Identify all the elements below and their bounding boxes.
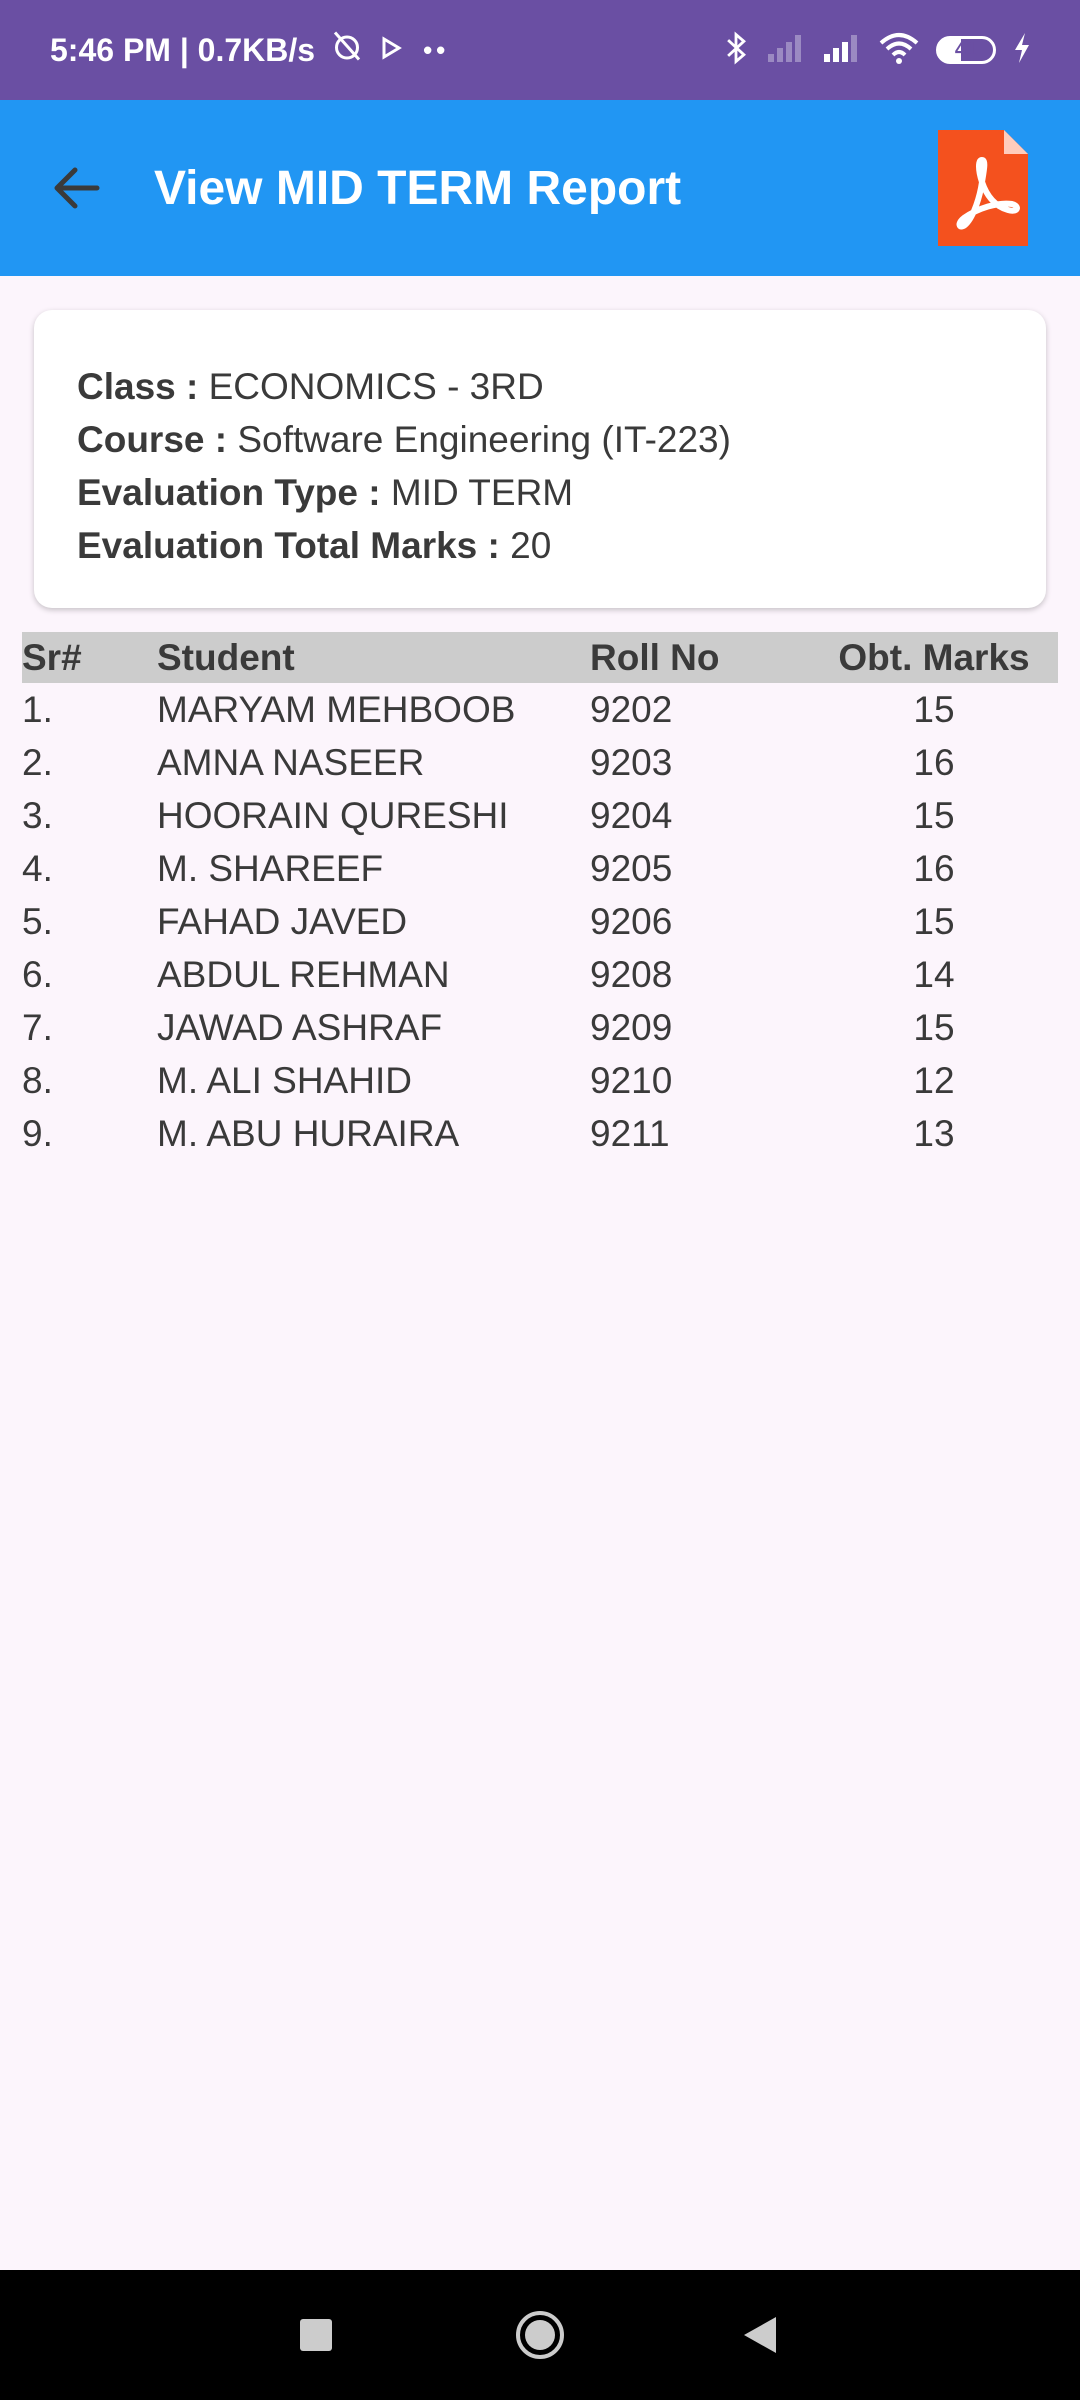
back-button[interactable] xyxy=(28,140,124,236)
cell-student: JAWAD ASHRAF xyxy=(157,1006,443,1048)
cell-sr: 7. xyxy=(22,1006,53,1048)
cell-roll-no: 9202 xyxy=(590,688,673,730)
cell-roll-no: 9206 xyxy=(590,900,673,942)
cell-roll-no: 9204 xyxy=(590,794,673,836)
pdf-icon xyxy=(938,130,1028,246)
table-row: 8. M. ALI SHAHID 9210 12 xyxy=(22,1054,1058,1107)
course-label: Course : xyxy=(77,419,228,460)
app-bar: View MID TERM Report xyxy=(0,100,1080,276)
cell-obt-marks: 12 xyxy=(913,1059,955,1101)
cell-sr: 8. xyxy=(22,1059,53,1101)
nav-back-icon xyxy=(744,2317,776,2353)
play-icon xyxy=(379,32,403,69)
evaluation-type-label: Evaluation Type : xyxy=(77,472,381,513)
system-nav-bar xyxy=(0,2270,1080,2400)
cell-obt-marks: 15 xyxy=(913,900,955,942)
table-header: Sr# Student Roll No Obt. Marks xyxy=(22,632,1058,683)
bluetooth-icon xyxy=(722,30,750,71)
alarm-off-icon xyxy=(329,28,365,72)
cell-sr: 5. xyxy=(22,900,53,942)
total-marks-value: 20 xyxy=(510,525,552,566)
cell-roll-no: 9211 xyxy=(590,1112,670,1154)
report-table: Sr# Student Roll No Obt. Marks 1. MARYAM… xyxy=(22,632,1058,1160)
cell-sr: 4. xyxy=(22,847,53,889)
status-right: 41 xyxy=(722,30,1032,71)
total-marks-label: Evaluation Total Marks : xyxy=(77,525,500,566)
battery-level: 41 xyxy=(954,38,978,61)
table-row: 3. HOORAIN QURESHI 9204 15 xyxy=(22,789,1058,842)
class-value: ECONOMICS - 3RD xyxy=(208,366,544,407)
table-row: 9. M. ABU HURAIRA 9211 13 xyxy=(22,1107,1058,1160)
cell-sr: 1. xyxy=(22,688,53,730)
cell-obt-marks: 16 xyxy=(913,847,955,889)
cell-student: FAHAD JAVED xyxy=(157,900,408,942)
status-left: 5:46 PM | 0.7KB/s •• xyxy=(50,28,449,72)
cell-obt-marks: 13 xyxy=(913,1112,955,1154)
course-value: Software Engineering (IT-223) xyxy=(237,419,731,460)
charging-icon xyxy=(1012,32,1032,69)
nav-recents-icon xyxy=(300,2319,332,2351)
cell-obt-marks: 15 xyxy=(913,1006,955,1048)
evaluation-info-card: Class : ECONOMICS - 3RD Course : Softwar… xyxy=(34,310,1046,608)
cell-obt-marks: 16 xyxy=(913,741,955,783)
cell-student: AMNA NASEER xyxy=(157,741,425,783)
header-obt-marks: Obt. Marks xyxy=(838,636,1030,678)
evaluation-type-value: MID TERM xyxy=(390,472,574,513)
cell-obt-marks: 15 xyxy=(913,794,955,836)
cell-roll-no: 9205 xyxy=(590,847,673,889)
cell-obt-marks: 15 xyxy=(913,688,955,730)
table-row: 7. JAWAD ASHRAF 9209 15 xyxy=(22,1001,1058,1054)
battery-icon: 41 xyxy=(936,36,996,64)
status-time-speed: 5:46 PM | 0.7KB/s xyxy=(50,31,316,68)
header-sr: Sr# xyxy=(22,636,82,678)
cell-student: MARYAM MEHBOOB xyxy=(157,688,516,730)
page-title: View MID TERM Report xyxy=(154,161,682,215)
cell-sr: 2. xyxy=(22,741,53,783)
table-row: 5. FAHAD JAVED 9206 15 xyxy=(22,895,1058,948)
back-arrow-icon xyxy=(54,167,100,209)
total-marks-row: Evaluation Total Marks : 20 xyxy=(77,519,1046,572)
nav-back-button[interactable] xyxy=(730,2300,790,2370)
cell-student: M. SHAREEF xyxy=(157,847,384,889)
cell-roll-no: 9208 xyxy=(590,953,673,995)
cell-student: HOORAIN QURESHI xyxy=(157,794,509,836)
header-roll-no: Roll No xyxy=(590,636,720,678)
status-bar: 5:46 PM | 0.7KB/s •• 41 xyxy=(0,0,1080,100)
cell-obt-marks: 14 xyxy=(913,953,955,995)
table-row: 6. ABDUL REHMAN 9208 14 xyxy=(22,948,1058,1001)
cell-student: ABDUL REHMAN xyxy=(157,953,450,995)
course-row: Course : Software Engineering (IT-223) xyxy=(77,413,1046,466)
cell-sr: 9. xyxy=(22,1112,53,1154)
table-row: 4. M. SHAREEF 9205 16 xyxy=(22,842,1058,895)
signal-icon xyxy=(822,32,862,69)
header-student: Student xyxy=(157,636,295,678)
nav-recents-button[interactable] xyxy=(286,2300,346,2370)
cell-student: M. ALI SHAHID xyxy=(157,1059,412,1101)
export-pdf-button[interactable] xyxy=(938,130,1028,246)
cell-roll-no: 9210 xyxy=(590,1059,673,1101)
cell-roll-no: 9209 xyxy=(590,1006,673,1048)
nav-home-button[interactable] xyxy=(510,2295,570,2375)
cell-roll-no: 9203 xyxy=(590,741,673,783)
table-row: 1. MARYAM MEHBOOB 9202 15 xyxy=(22,683,1058,736)
cell-sr: 6. xyxy=(22,953,53,995)
signal-icon xyxy=(766,32,806,69)
evaluation-type-row: Evaluation Type : MID TERM xyxy=(77,466,1046,519)
wifi-icon xyxy=(878,31,920,70)
cell-sr: 3. xyxy=(22,794,53,836)
class-row: Class : ECONOMICS - 3RD xyxy=(77,360,1046,413)
nav-home-icon xyxy=(516,2311,564,2359)
more-notifications-dots: •• xyxy=(423,34,450,65)
class-label: Class : xyxy=(77,366,199,407)
cell-student: M. ABU HURAIRA xyxy=(157,1112,460,1154)
table-row: 2. AMNA NASEER 9203 16 xyxy=(22,736,1058,789)
